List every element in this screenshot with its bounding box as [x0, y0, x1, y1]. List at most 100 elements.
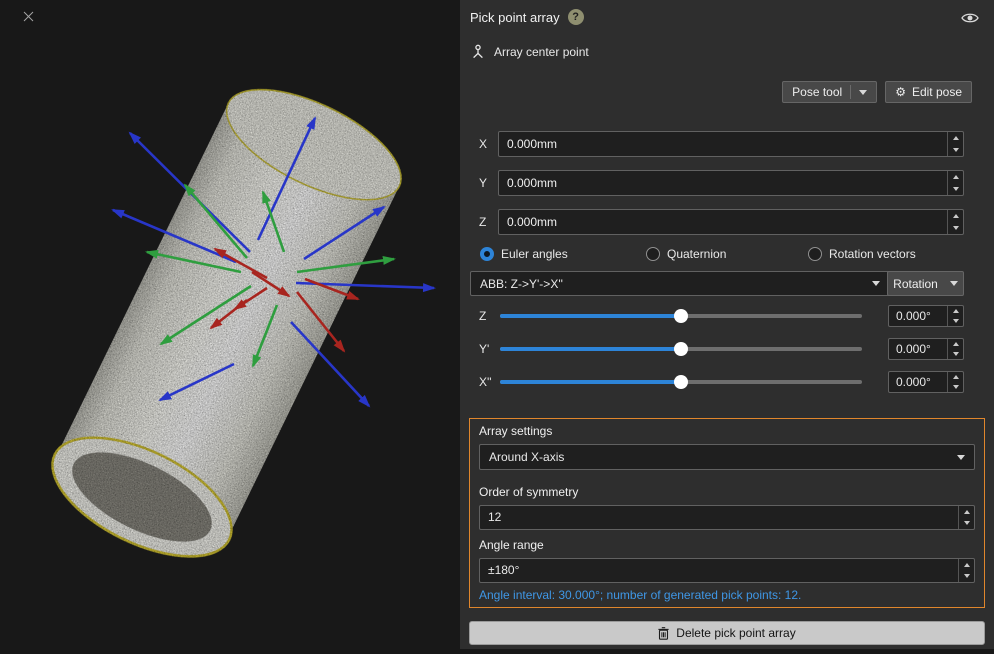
gear-icon: ⚙ — [895, 86, 906, 98]
radio-label: Quaternion — [667, 247, 726, 261]
triangle-down-icon — [953, 319, 959, 323]
slider-row-y-prime: Y' 0.000° — [460, 338, 994, 360]
slider-handle[interactable] — [674, 375, 688, 389]
triangle-up-icon — [953, 342, 959, 346]
y-prime-rotation-value-input[interactable]: 0.000° — [888, 338, 964, 360]
array-axis-value: Around X-axis — [489, 450, 564, 464]
z-spinner — [947, 210, 963, 234]
slider-handle[interactable] — [674, 309, 688, 323]
x-double-prime-rotation-slider[interactable] — [500, 380, 862, 384]
x-spinner — [947, 132, 963, 156]
radio-rotation-vectors[interactable]: Rotation vectors — [808, 247, 916, 261]
spinner-up-button[interactable] — [948, 171, 963, 183]
spinner-down-button[interactable] — [959, 518, 974, 530]
angle-range-input[interactable]: ±180° — [479, 558, 975, 583]
axis-label-y: Y — [479, 176, 487, 190]
array-center-point-section: Array center point — [470, 44, 589, 60]
axis-label-z: Z — [479, 215, 486, 229]
triangle-up-icon — [964, 563, 970, 567]
slider-fill — [500, 380, 681, 384]
order-of-symmetry-value: 12 — [480, 506, 958, 529]
page-title: Pick point array — [470, 10, 560, 25]
y-value-input[interactable]: 0.000mm — [498, 170, 964, 196]
x-value: 0.000mm — [499, 132, 947, 156]
spinner-down-button[interactable] — [948, 144, 963, 156]
pose-tool-button[interactable]: Pose tool — [782, 81, 877, 103]
triangle-down-icon — [953, 352, 959, 356]
radio-euler-angles[interactable]: Euler angles — [480, 247, 568, 261]
y-value: 0.000mm — [499, 171, 947, 195]
panel-header: Pick point array ? — [470, 6, 584, 28]
edit-pose-label: Edit pose — [912, 85, 962, 99]
edit-pose-button[interactable]: ⚙ Edit pose — [885, 81, 972, 103]
y-prime-rotation-value: 0.000° — [889, 339, 947, 359]
x-value-input[interactable]: 0.000mm — [498, 131, 964, 157]
angle-spinner — [958, 559, 974, 582]
axis-label-x: X — [479, 137, 487, 151]
radio-icon — [646, 247, 660, 261]
trash-icon — [658, 627, 669, 640]
z-rotation-slider[interactable] — [500, 314, 862, 318]
spinner-up-button[interactable] — [948, 210, 963, 222]
triangle-up-icon — [953, 375, 959, 379]
slider-label-x-double-prime: X'' — [479, 375, 492, 389]
array-center-point-icon — [470, 44, 486, 60]
z-rotation-value-input[interactable]: 0.000° — [888, 305, 964, 327]
spinner-down-button[interactable] — [948, 382, 963, 392]
help-icon[interactable]: ? — [568, 9, 584, 25]
button-divider — [850, 85, 851, 99]
delete-pick-point-array-button[interactable]: Delete pick point array — [469, 621, 985, 645]
spinner-down-button[interactable] — [948, 349, 963, 359]
y-prime-rotation-slider[interactable] — [500, 347, 862, 351]
viewport-3d[interactable] — [0, 0, 460, 649]
spinner-down-button[interactable] — [948, 316, 963, 326]
chevron-down-icon — [872, 281, 880, 286]
spinner-up-button[interactable] — [959, 559, 974, 571]
x-double-prime-rotation-value: 0.000° — [889, 372, 947, 392]
triangle-down-icon — [953, 148, 959, 152]
triangle-up-icon — [964, 510, 970, 514]
z-value: 0.000mm — [499, 210, 947, 234]
spinner-down-button[interactable] — [948, 222, 963, 234]
spinner-up-button[interactable] — [948, 306, 963, 316]
triangle-up-icon — [953, 309, 959, 313]
rotation-button[interactable]: Rotation — [887, 271, 964, 296]
euler-convention-dropdown[interactable]: ABB: Z->Y'->X'' — [470, 271, 890, 296]
coordinate-row-y: Y 0.000mm — [460, 170, 994, 196]
x-double-prime-rotation-value-input[interactable]: 0.000° — [888, 371, 964, 393]
viewport-scene — [0, 0, 460, 649]
y-spinner — [947, 171, 963, 195]
spinner-down-button[interactable] — [948, 183, 963, 195]
order-of-symmetry-input[interactable]: 12 — [479, 505, 975, 530]
spinner-down-button[interactable] — [959, 571, 974, 583]
radio-icon — [480, 247, 494, 261]
eye-icon — [960, 10, 980, 26]
slider-label-y-prime: Y' — [479, 342, 489, 356]
slider-handle[interactable] — [674, 342, 688, 356]
triangle-up-icon — [953, 214, 959, 218]
coordinate-row-z: Z 0.000mm — [460, 209, 994, 235]
coordinate-row-x: X 0.000mm — [460, 131, 994, 157]
delete-button-label: Delete pick point array — [676, 626, 795, 640]
order-of-symmetry-label: Order of symmetry — [479, 485, 578, 499]
spinner-up-button[interactable] — [948, 339, 963, 349]
chevron-down-icon — [859, 90, 867, 95]
radio-quaternion[interactable]: Quaternion — [646, 247, 726, 261]
array-settings-title: Array settings — [479, 424, 552, 438]
spinner-up-button[interactable] — [948, 132, 963, 144]
radio-icon — [808, 247, 822, 261]
triangle-down-icon — [953, 187, 959, 191]
angle-interval-info: Angle interval: 30.000°; number of gener… — [479, 588, 801, 602]
z-rotation-value: 0.000° — [889, 306, 947, 326]
chevron-down-icon — [950, 281, 958, 286]
spinner-up-button[interactable] — [959, 506, 974, 518]
array-settings-group: Array settings Around X-axis Order of sy… — [469, 418, 985, 608]
array-axis-dropdown[interactable]: Around X-axis — [479, 444, 975, 470]
pick-point-array-panel: Pick point array ? Array center point Po… — [460, 0, 994, 649]
z-value-input[interactable]: 0.000mm — [498, 209, 964, 235]
value-spinner — [947, 372, 963, 392]
value-spinner — [947, 339, 963, 359]
spinner-up-button[interactable] — [948, 372, 963, 382]
triangle-down-icon — [964, 521, 970, 525]
visibility-toggle-button[interactable] — [960, 10, 980, 26]
